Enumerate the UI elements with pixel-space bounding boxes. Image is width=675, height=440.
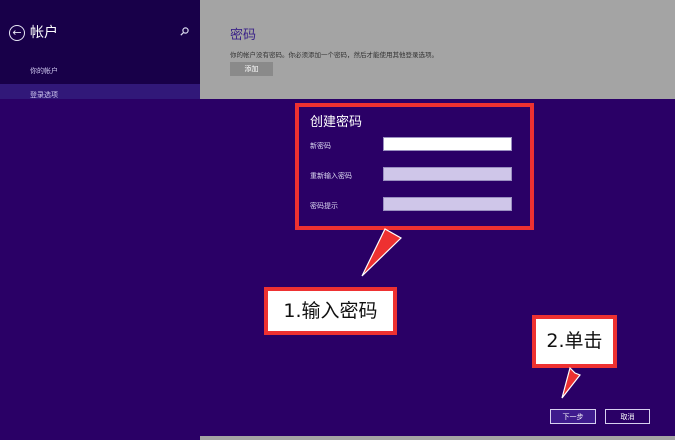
search-icon[interactable] [180, 27, 189, 39]
sidebar-title: 帐户 [30, 25, 58, 41]
annotation-step1-label: 1.输入密码 [264, 287, 397, 335]
cancel-button[interactable]: 取消 [605, 409, 650, 424]
back-icon[interactable]: ← [9, 25, 25, 41]
password-section-description: 你的帐户没有密码。你必须添加一个密码，然后才能使用其他登录选项。 [230, 51, 438, 59]
password-section-title: 密码 [230, 28, 257, 43]
add-password-button[interactable]: 添加 [230, 62, 273, 76]
next-button[interactable]: 下一步 [550, 409, 596, 424]
annotation-highlight-box [295, 103, 534, 230]
background-strip [200, 436, 675, 440]
annotation-step2-label: 2.单击 [532, 315, 617, 368]
search-glyph [180, 27, 189, 36]
sidebar-item-your-account[interactable]: 你的帐户 [30, 66, 58, 76]
